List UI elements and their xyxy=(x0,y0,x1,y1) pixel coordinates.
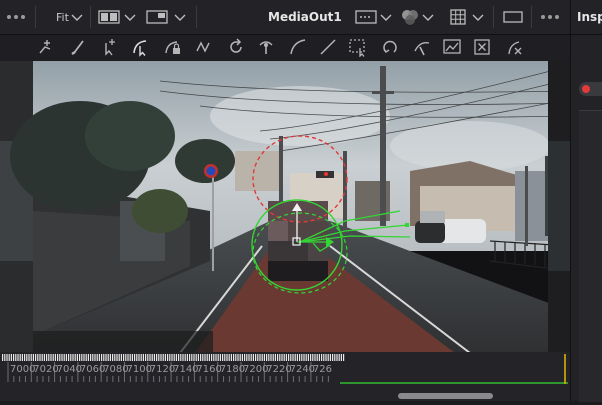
viewer-top-bar: Fit MediaOut1 xyxy=(0,0,602,35)
timeline-tick-label: 7120 xyxy=(149,364,176,375)
curve-icon[interactable] xyxy=(288,37,308,57)
inspector-toggle[interactable] xyxy=(579,82,602,96)
fullscreen-button[interactable] xyxy=(503,8,523,26)
timeline-tick-label: 7140 xyxy=(173,364,199,375)
street-scene-image xyxy=(0,61,570,353)
chevron-down-icon xyxy=(71,14,83,21)
chevron-down-icon xyxy=(422,14,434,21)
timeline-tick-label: 7080 xyxy=(103,364,129,375)
polyline-mask-icon[interactable] xyxy=(36,37,56,57)
timeline-tick-label: 7060 xyxy=(79,364,106,375)
viewer-title: MediaOut1 xyxy=(268,10,342,24)
rect-select-icon[interactable] xyxy=(348,37,368,58)
timeline-ruler[interactable]: 7000 7020 7040 7060 7080 7100 7120 7140 7160 7180… xyxy=(0,352,570,401)
monitor-icon xyxy=(146,10,168,24)
inspector-panel: Insp xyxy=(570,0,602,402)
timeline-tick-label: 7180 xyxy=(219,364,246,375)
dotted-frame-icon xyxy=(355,10,377,24)
grid-dropdown[interactable] xyxy=(450,8,484,26)
paint-brush-icon[interactable] xyxy=(68,37,88,57)
ellipsis-icon xyxy=(7,15,25,19)
delete-point-icon[interactable] xyxy=(504,37,524,57)
inspector-tab[interactable]: Insp xyxy=(577,10,602,24)
frame-icon xyxy=(503,11,523,23)
timeline-tick-label: 7000 xyxy=(10,364,36,375)
chevron-down-icon xyxy=(472,14,484,21)
split-view-icon xyxy=(98,10,120,24)
layout-dropdown[interactable] xyxy=(98,8,136,26)
timeline-tick-label: 7020 xyxy=(33,364,59,375)
timeline-tick-label: 7200 xyxy=(243,364,269,375)
ellipsis-icon xyxy=(541,15,559,19)
timeline-tick-label: 7160 xyxy=(196,364,222,375)
zoom-label: Fit xyxy=(56,10,69,24)
viewer-more-button[interactable] xyxy=(540,8,560,26)
timeline-tick-label: 7220 xyxy=(266,364,292,375)
close-square-icon[interactable] xyxy=(472,37,492,57)
pen-pressure-icon[interactable] xyxy=(412,37,432,57)
lock-point-icon[interactable] xyxy=(162,37,182,57)
zoom-dropdown[interactable]: Fit xyxy=(56,8,83,26)
viewer-canvas[interactable] xyxy=(0,61,570,353)
mask-toolbar xyxy=(0,35,570,60)
timeline-tick-label: 7240 xyxy=(289,364,316,375)
grid-icon xyxy=(450,9,466,25)
timeline-tick-label: 726 xyxy=(312,364,332,375)
record-indicator-icon xyxy=(582,85,590,93)
transform-icon[interactable] xyxy=(256,37,276,57)
chevron-down-icon xyxy=(174,14,186,21)
image-frame-icon[interactable] xyxy=(442,37,462,57)
select-point-icon[interactable] xyxy=(130,37,150,57)
chevron-down-icon xyxy=(380,14,392,21)
loop-icon[interactable] xyxy=(380,37,400,57)
rgb-channels-icon xyxy=(402,10,418,25)
timeline-tick-label: 7100 xyxy=(126,364,152,375)
color-channels-dropdown[interactable] xyxy=(400,8,434,26)
display-options-dropdown[interactable] xyxy=(355,8,392,26)
add-point-icon[interactable] xyxy=(98,37,118,57)
timeline-scrollbar[interactable] xyxy=(398,393,493,399)
line-icon[interactable] xyxy=(318,37,338,57)
timeline-tick-label: 7040 xyxy=(56,364,83,375)
rotate-icon[interactable] xyxy=(226,37,246,57)
view-mode-dropdown[interactable] xyxy=(146,8,186,26)
chevron-down-icon xyxy=(124,14,136,21)
blur-mosaic xyxy=(268,201,328,281)
more-options-button[interactable] xyxy=(6,8,26,26)
smooth-icon[interactable] xyxy=(194,37,214,57)
